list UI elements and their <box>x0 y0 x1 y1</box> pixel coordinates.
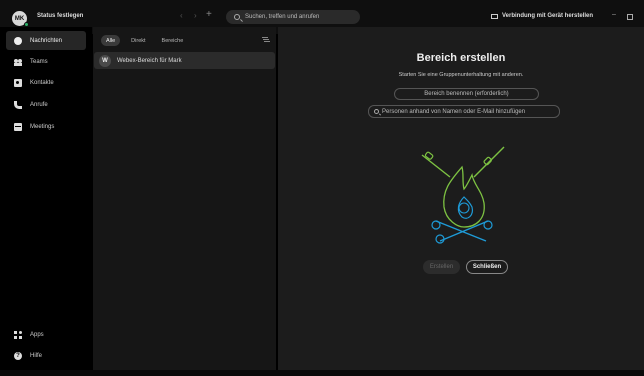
space-name: Webex-Bereich für Mark <box>117 57 182 64</box>
sidebar-item-label: Teams <box>30 58 48 65</box>
search-input[interactable]: Suchen, treffen und anrufen <box>226 10 360 24</box>
sidebar-item-label: Nachrichten <box>30 37 63 44</box>
sidebar-item-label: Meetings <box>30 123 55 130</box>
user-avatar[interactable]: MK <box>12 11 29 27</box>
create-space-panel: Bereich erstellen Starten Sie eine Grupp… <box>278 27 644 370</box>
page-subtitle: Starten Sie eine Gruppenunterhaltung mit… <box>398 72 524 78</box>
help-icon: ? <box>14 351 22 360</box>
close-button[interactable]: Schließen <box>466 260 508 274</box>
calendar-icon <box>14 122 22 131</box>
sidebar-item-teams[interactable]: Teams <box>6 52 86 71</box>
connect-device-label: Verbindung mit Gerät herstellen <box>502 13 594 19</box>
add-people-placeholder: Personen anhand von Namen oder E-Mail hi… <box>382 108 526 115</box>
avatar-initials: MK <box>14 15 25 22</box>
filter-icon[interactable] <box>262 37 268 38</box>
forward-arrow-icon[interactable]: › <box>194 11 197 20</box>
add-icon[interactable]: + <box>206 9 212 20</box>
sidebar-item-label: Anrufe <box>30 101 48 108</box>
back-arrow-icon[interactable]: ‹ <box>180 11 183 20</box>
phone-icon <box>14 100 22 109</box>
filter-spaces[interactable]: Bereiche <box>157 35 189 46</box>
sidebar-item-help[interactable]: ? Hilfe <box>6 346 86 365</box>
page-title: Bereich erstellen <box>416 52 506 64</box>
search-placeholder: Suchen, treffen und anrufen <box>245 14 320 20</box>
sidebar-item-contacts[interactable]: Kontakte <box>6 73 86 92</box>
create-button[interactable]: Erstellen <box>423 260 460 274</box>
search-icon <box>374 109 379 114</box>
space-name-input[interactable]: Bereich benennen (erforderlich) <box>394 88 539 100</box>
conversation-list-panel: Alle Direkt Bereiche W Webex-Bereich für… <box>93 27 276 370</box>
maximize-button[interactable] <box>627 14 633 20</box>
filter-tabs: Alle Direkt Bereiche <box>101 35 194 46</box>
teams-icon <box>14 58 22 66</box>
sidebar-item-meetings[interactable]: Meetings <box>6 117 86 136</box>
list-item[interactable]: W Webex-Bereich für Mark <box>94 52 275 69</box>
sidebar-item-calls[interactable]: Anrufe <box>6 95 86 114</box>
apps-icon <box>14 330 22 339</box>
minimize-button[interactable]: – <box>612 11 616 18</box>
space-avatar: W <box>99 54 111 67</box>
filter-direct[interactable]: Direkt <box>126 35 150 46</box>
search-icon <box>234 14 240 20</box>
sidebar: Nachrichten Teams Kontakte Anrufe Meetin… <box>0 27 92 370</box>
window-bottom-edge <box>0 370 644 376</box>
sidebar-item-messages[interactable]: Nachrichten <box>6 31 86 50</box>
sidebar-item-label: Hilfe <box>30 352 43 359</box>
chat-icon <box>14 36 22 45</box>
device-icon <box>491 13 498 19</box>
sidebar-item-label: Apps <box>30 331 44 338</box>
sidebar-item-apps[interactable]: Apps <box>6 325 86 344</box>
filter-all[interactable]: Alle <box>101 35 121 46</box>
sidebar-item-label: Kontakte <box>30 79 54 86</box>
add-people-input[interactable]: Personen anhand von Namen oder E-Mail hi… <box>368 105 560 118</box>
campfire-illustration-icon <box>421 146 505 244</box>
set-status-button[interactable]: Status festlegen <box>37 13 83 19</box>
connect-device-button[interactable]: Verbindung mit Gerät herstellen <box>491 13 593 19</box>
contacts-icon <box>14 78 22 87</box>
